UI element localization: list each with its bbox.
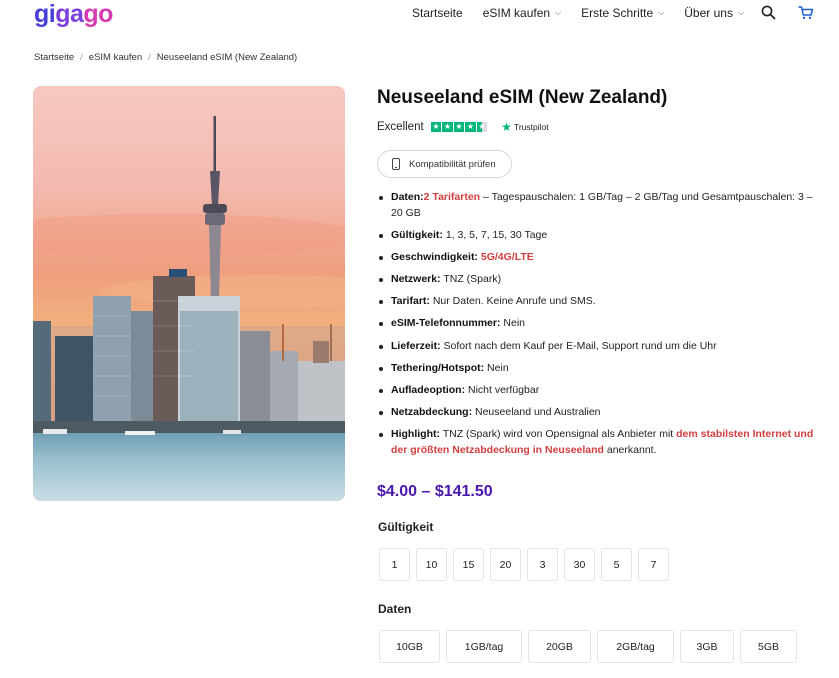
- site-header: gigago Startseite eSIM kaufen ⌵ Erste Sch…: [0, 0, 839, 30]
- product-image: [33, 86, 345, 501]
- gigago-logo[interactable]: gigago: [34, 0, 113, 28]
- breadcrumb-esim-kaufen[interactable]: eSIM kaufen: [89, 52, 142, 63]
- phone-icon: [392, 158, 400, 170]
- feature-item: Netzwerk: TNZ (Spark): [377, 272, 827, 288]
- nav-label: Erste Schritte: [581, 6, 654, 20]
- chevron-down-icon: ⌵: [658, 8, 665, 17]
- data-option-button[interactable]: 2GB/tag: [597, 630, 674, 663]
- feature-item: Tethering/Hotspot: Nein: [377, 361, 827, 377]
- feature-value: Nur Daten. Keine Anrufe und SMS.: [429, 295, 596, 308]
- feature-label: Lieferzeit:: [391, 339, 441, 352]
- trustpilot-logo: ★ Trustpilot: [501, 120, 548, 134]
- validity-option-button[interactable]: 5: [601, 548, 632, 581]
- data-option-button[interactable]: 3GB: [680, 630, 734, 663]
- feature-value: Neuseeland und Australien: [472, 406, 601, 419]
- data-option-button[interactable]: 20GB: [528, 630, 591, 663]
- feature-label: Highlight:: [391, 428, 440, 441]
- feature-label: eSIM-Telefonnummer:: [391, 317, 501, 330]
- feature-label: Netzwerk:: [391, 273, 441, 286]
- main-nav: Startseite eSIM kaufen ⌵ Erste Schritte ⌵ …: [412, 6, 764, 20]
- feature-value: TNZ (Spark): [440, 273, 502, 286]
- validity-option-button[interactable]: 1: [379, 548, 410, 581]
- feature-highlight: 5G/4G/LTE: [477, 250, 534, 263]
- nav-label: Startseite: [412, 6, 463, 20]
- feature-highlight: 2 Tarifarten: [423, 191, 481, 203]
- data-option-button[interactable]: 5GB: [740, 630, 797, 663]
- cart-icon[interactable]: [798, 5, 814, 25]
- feature-item: Daten:2 Tarifarten – Tagespauschalen: 1 …: [377, 190, 827, 221]
- validity-option-button[interactable]: 7: [638, 548, 669, 581]
- validity-option-button[interactable]: 3: [527, 548, 558, 581]
- feature-item: Gültigkeit: 1, 3, 5, 7, 15, 30 Tage: [377, 228, 827, 244]
- chevron-down-icon: ⌵: [737, 8, 745, 17]
- feature-item: Highlight: TNZ (Spark) wird von Opensign…: [377, 427, 827, 458]
- feature-value: TNZ (Spark) wird von Opensignal als Anbi…: [439, 428, 677, 441]
- rating-stars: ★ ★ ★ ★ ★: [430, 121, 488, 133]
- breadcrumb-home[interactable]: Startseite: [34, 52, 74, 63]
- trustpilot-label: Trustpilot: [513, 122, 549, 132]
- star-icon: ★: [430, 121, 442, 133]
- feature-label: Daten:: [391, 191, 424, 203]
- validity-options: 1 10 15 20 3 30 5 7: [379, 548, 669, 581]
- data-label: Daten: [378, 602, 412, 616]
- feature-value: 1, 3, 5, 7, 15, 30 Tage: [442, 228, 548, 241]
- breadcrumb-separator: /: [148, 52, 151, 63]
- nav-erste-schritte[interactable]: Erste Schritte ⌵: [581, 6, 664, 20]
- feature-value: Nein: [500, 317, 525, 330]
- nav-startseite[interactable]: Startseite: [412, 6, 463, 20]
- nav-label: Über uns: [684, 6, 733, 20]
- validity-option-button[interactable]: 20: [490, 548, 521, 581]
- price-range: $4.00 – $141.50: [377, 483, 493, 500]
- rating-text: Excellent: [377, 121, 424, 133]
- trustpilot-rating[interactable]: Excellent ★ ★ ★ ★ ★ ★ Trustpilot: [377, 120, 549, 134]
- validity-option-button[interactable]: 10: [416, 548, 447, 581]
- feature-label: Tethering/Hotspot:: [391, 361, 485, 374]
- chevron-down-icon: ⌵: [555, 8, 562, 17]
- feature-label: Netzabdeckung:: [391, 406, 473, 419]
- search-icon[interactable]: [761, 5, 776, 25]
- validity-option-button[interactable]: 30: [564, 548, 595, 581]
- feature-label: Tarifart:: [391, 295, 430, 308]
- feature-list: Daten:2 Tarifarten – Tagespauschalen: 1 …: [377, 190, 827, 465]
- half-star-icon: ★: [476, 121, 488, 133]
- feature-label: Geschwindigkeit:: [391, 250, 478, 263]
- product-title: Neuseeland eSIM (New Zealand): [377, 87, 668, 108]
- feature-item: Lieferzeit: Sofort nach dem Kauf per E-M…: [377, 339, 827, 355]
- feature-item: Geschwindigkeit: 5G/4G/LTE: [377, 250, 827, 266]
- feature-value: Nein: [484, 361, 509, 374]
- compatibility-check-button[interactable]: Kompatibilität prüfen: [377, 150, 512, 178]
- data-option-button[interactable]: 1GB/tag: [446, 630, 522, 663]
- nav-esim-kaufen[interactable]: eSIM kaufen ⌵: [483, 6, 561, 20]
- trustpilot-star-icon: ★: [501, 120, 512, 134]
- data-option-button[interactable]: 10GB: [379, 630, 440, 663]
- data-options: 10GB 1GB/tag 20GB 2GB/tag 3GB 5GB: [379, 630, 797, 663]
- feature-item: Netzabdeckung: Neuseeland und Australien: [377, 405, 827, 421]
- star-icon: ★: [465, 121, 476, 133]
- feature-item: eSIM-Telefonnummer: Nein: [377, 316, 827, 332]
- compatibility-check-label: Kompatibilität prüfen: [409, 158, 496, 170]
- validity-label: Gültigkeit: [378, 520, 434, 534]
- nav-ueber-uns[interactable]: Über uns ⌵: [684, 6, 744, 20]
- breadcrumb-separator: /: [80, 52, 83, 63]
- breadcrumb-current: Neuseeland eSIM (New Zealand): [156, 52, 298, 63]
- feature-value: Sofort nach dem Kauf per E-Mail, Support…: [440, 339, 717, 352]
- validity-option-button[interactable]: 15: [453, 548, 484, 581]
- feature-value: anerkannt.: [603, 443, 657, 456]
- feature-item: Aufladeoption: Nicht verfügbar: [377, 383, 827, 399]
- breadcrumb: Startseite / eSIM kaufen / Neuseeland eS…: [34, 52, 297, 63]
- feature-item: Tarifart: Nur Daten. Keine Anrufe und SM…: [377, 294, 827, 310]
- feature-label: Gültigkeit:: [391, 228, 443, 241]
- nav-label: eSIM kaufen: [482, 6, 551, 20]
- feature-label: Aufladeoption:: [391, 384, 466, 396]
- star-icon: ★: [453, 121, 465, 133]
- feature-value: Nicht verfügbar: [465, 384, 540, 396]
- star-icon: ★: [442, 121, 453, 133]
